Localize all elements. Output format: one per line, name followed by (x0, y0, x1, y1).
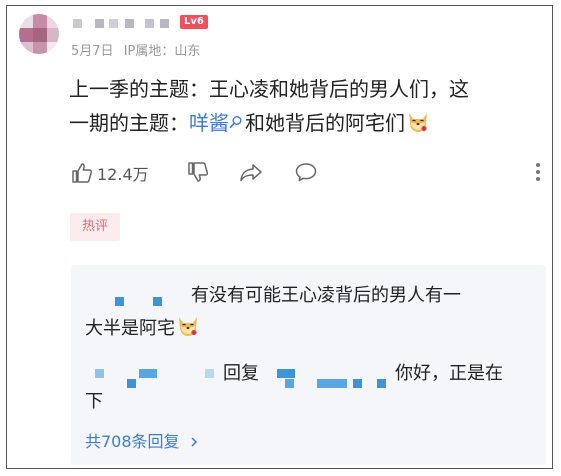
username-obscured[interactable] (153, 297, 162, 306)
username-obscured[interactable] (115, 297, 124, 306)
comment-meta: 5月7日 IP属地：山东 (71, 40, 200, 59)
action-bar: 12.4万 (69, 161, 547, 191)
likes-count: 12.4万 (97, 165, 149, 184)
reply-word: 回复 (223, 363, 259, 384)
username-obscured[interactable] (285, 379, 294, 388)
reply-line: 你好，正是在 (395, 363, 503, 384)
username-obscured[interactable] (139, 369, 157, 378)
comment-date: 5月7日 (71, 44, 114, 59)
comment-button[interactable] (294, 161, 318, 183)
comment-card: Lv6 5月7日 IP属地：山东 上一季的主题：王心凌和她背后的男人们，这 一期… (6, 5, 553, 469)
username-obscured[interactable] (205, 369, 214, 378)
hot-comment-badge: 热评 (70, 213, 120, 241)
dislike-button[interactable] (187, 161, 209, 183)
replies-panel: 有没有可能王心凌背后的男人有一 大半是阿宅 回复 你好，正是在 下 共708条回… (71, 265, 546, 465)
level-badge: Lv6 (180, 15, 208, 29)
content-line-2: 一期的主题：咩酱 和她背后的阿宅们 (69, 106, 539, 140)
username-obscured[interactable] (277, 369, 295, 378)
username-obscured[interactable] (353, 379, 362, 388)
chevron-right-icon (191, 437, 197, 447)
comment-content: 上一季的主题：王心凌和她背后的男人们，这 一期的主题：咩酱 和她背后的阿宅们 (69, 73, 539, 140)
like-button[interactable]: 12.4万 (71, 161, 149, 185)
search-icon[interactable] (229, 106, 245, 129)
dislike-icon (188, 162, 209, 182)
reply-line: 下 (85, 391, 103, 412)
more-options-button[interactable] (535, 161, 541, 183)
like-icon (72, 163, 93, 183)
username-obscured[interactable] (127, 379, 136, 388)
username-obscured[interactable] (69, 16, 179, 32)
content-line-1: 上一季的主题：王心凌和她背后的男人们，这 (69, 77, 469, 101)
dog-emoji-icon (175, 313, 201, 339)
view-all-replies-link[interactable]: 共708条回复 (85, 428, 199, 452)
comment-icon (295, 163, 317, 182)
reply-line: 有没有可能王心凌背后的男人有一 (191, 285, 461, 306)
content-prefix: 一期的主题： (69, 111, 189, 135)
share-icon (240, 164, 262, 182)
dog-emoji-icon (405, 109, 431, 135)
more-icon (536, 163, 540, 181)
username-obscured[interactable] (377, 379, 386, 388)
reply-line: 大半是阿宅 (85, 312, 201, 345)
username-obscured[interactable] (317, 379, 347, 388)
mention-link[interactable]: 咩酱 (189, 111, 229, 135)
reply-text: 大半是阿宅 (85, 318, 175, 339)
avatar[interactable] (19, 14, 59, 54)
reply-count-label: 共708条回复 (85, 432, 180, 451)
share-button[interactable] (239, 161, 263, 183)
username-obscured[interactable] (95, 369, 104, 378)
ip-location: IP属地：山东 (123, 44, 201, 59)
content-suffix: 和她背后的阿宅们 (245, 111, 405, 135)
